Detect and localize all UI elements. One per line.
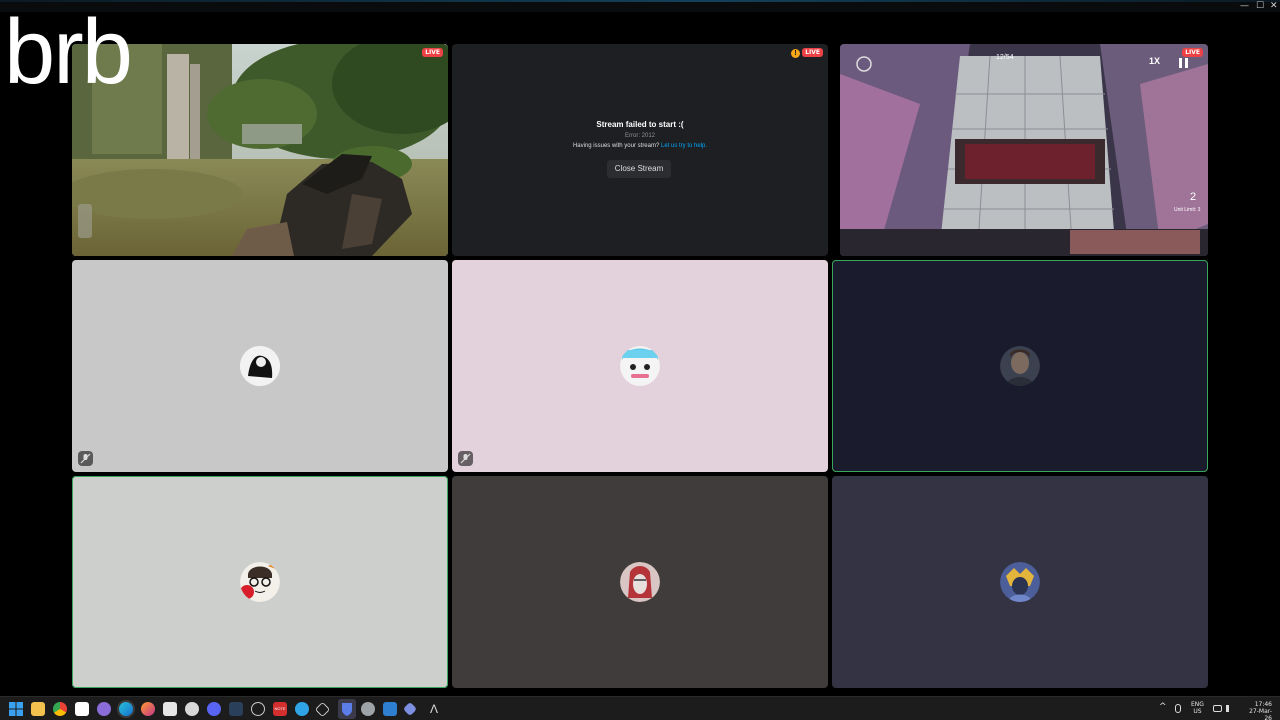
file-explorer-icon[interactable] bbox=[31, 702, 45, 716]
windows-start-icon[interactable] bbox=[9, 702, 23, 716]
network-icon[interactable] bbox=[1213, 705, 1222, 712]
avatar-blue-hair-face bbox=[620, 346, 660, 386]
tray-overflow-chevron[interactable]: ^ bbox=[1159, 702, 1167, 720]
clock-date: 27-Mar-26 bbox=[1249, 708, 1272, 720]
participant-tile-1[interactable] bbox=[72, 260, 448, 472]
app-purple-icon[interactable] bbox=[97, 702, 111, 716]
speed-toggle: 1X bbox=[1149, 56, 1161, 66]
screen: — ☐ ✕ brb LIVE ! LIVE Stream failed to s… bbox=[0, 0, 1280, 720]
region-code: US bbox=[1193, 708, 1202, 715]
pause-icon bbox=[1179, 58, 1188, 68]
live-badge: LIVE bbox=[802, 48, 823, 57]
close-window-button[interactable]: ✕ bbox=[1270, 1, 1278, 11]
language-indicator[interactable]: ENG US bbox=[1191, 701, 1204, 720]
warning-icon: ! bbox=[791, 49, 800, 58]
stream-help-line: Having issues with your stream? Let us t… bbox=[452, 143, 828, 149]
edge-icon[interactable] bbox=[119, 702, 133, 716]
maximize-button[interactable]: ☐ bbox=[1256, 1, 1264, 11]
deploy-count: 2 bbox=[1190, 191, 1197, 203]
vscode-icon[interactable] bbox=[383, 702, 397, 716]
windows-taskbar: NOTE Λ ^ ENG US 17:46 27-Mar-26 bbox=[0, 696, 1280, 720]
settings-icon[interactable] bbox=[361, 702, 375, 716]
avatar-glasses-face-red-balloon bbox=[240, 562, 280, 602]
live-badge: LIVE bbox=[422, 48, 443, 57]
clock-time: 17:46 bbox=[1254, 701, 1272, 708]
stream-help-text: Having issues with your stream? bbox=[572, 143, 660, 149]
game-launcher-icon[interactable] bbox=[185, 702, 199, 716]
aggregator-icon[interactable]: Λ bbox=[427, 702, 441, 716]
stream-help-link[interactable]: Let us try to help. bbox=[661, 143, 707, 149]
hex-app-icon[interactable] bbox=[314, 701, 331, 718]
steam-icon[interactable] bbox=[229, 702, 243, 716]
language-code: ENG bbox=[1191, 701, 1204, 708]
deployment-cost: 12/54 bbox=[996, 54, 1014, 61]
strategy-game-frame bbox=[840, 44, 1208, 256]
avatar-blue-gold-character bbox=[1000, 562, 1040, 602]
volume-icon[interactable] bbox=[1226, 705, 1234, 712]
clock[interactable]: 17:46 27-Mar-26 bbox=[1242, 701, 1272, 720]
avatar-red-knight bbox=[620, 562, 660, 602]
notes-app-icon[interactable]: NOTE bbox=[273, 702, 287, 716]
participant-tile-4[interactable] bbox=[72, 476, 448, 688]
close-stream-button[interactable]: Close Stream bbox=[607, 160, 671, 178]
participant-tile-3[interactable] bbox=[832, 260, 1208, 472]
mic-muted-icon bbox=[78, 451, 93, 466]
minimize-button[interactable]: — bbox=[1240, 1, 1249, 11]
stream-tile-failed[interactable]: ! LIVE Stream failed to start :( Error: … bbox=[452, 44, 828, 256]
avatar-man-portrait bbox=[1000, 346, 1040, 386]
participant-tile-6[interactable] bbox=[832, 476, 1208, 688]
microphone-icon[interactable] bbox=[1175, 704, 1181, 713]
firefox-icon[interactable] bbox=[141, 702, 155, 716]
stream-error-code: Error: 2012 bbox=[624, 133, 655, 139]
live-badge: LIVE bbox=[1182, 48, 1203, 57]
participant-tile-5[interactable] bbox=[452, 476, 828, 688]
diamond-app-icon[interactable] bbox=[402, 701, 418, 717]
notion-icon[interactable] bbox=[75, 702, 89, 716]
window-titlebar: — ☐ ✕ bbox=[0, 0, 1280, 12]
bitwarden-icon-active[interactable] bbox=[338, 699, 356, 719]
messenger-icon[interactable] bbox=[295, 702, 309, 716]
participant-tile-2[interactable] bbox=[452, 260, 828, 472]
discord-icon[interactable] bbox=[207, 702, 221, 716]
mic-muted-icon bbox=[458, 451, 473, 466]
chat-app-icon[interactable] bbox=[163, 702, 177, 716]
titlebar-accent bbox=[0, 0, 1280, 2]
avatar-monochrome-figure bbox=[240, 346, 280, 386]
stream-tile-strategy-game[interactable]: 12/54 1X 2 Unit Limit: 3 LIVE bbox=[840, 44, 1208, 256]
brb-overlay-text: brb bbox=[4, 1, 133, 103]
unit-limit-text: Unit Limit: 3 bbox=[1174, 207, 1201, 213]
chrome-icon[interactable] bbox=[53, 702, 67, 716]
obs-icon[interactable] bbox=[251, 702, 265, 716]
stream-failed-title: Stream failed to start :( bbox=[596, 120, 684, 129]
